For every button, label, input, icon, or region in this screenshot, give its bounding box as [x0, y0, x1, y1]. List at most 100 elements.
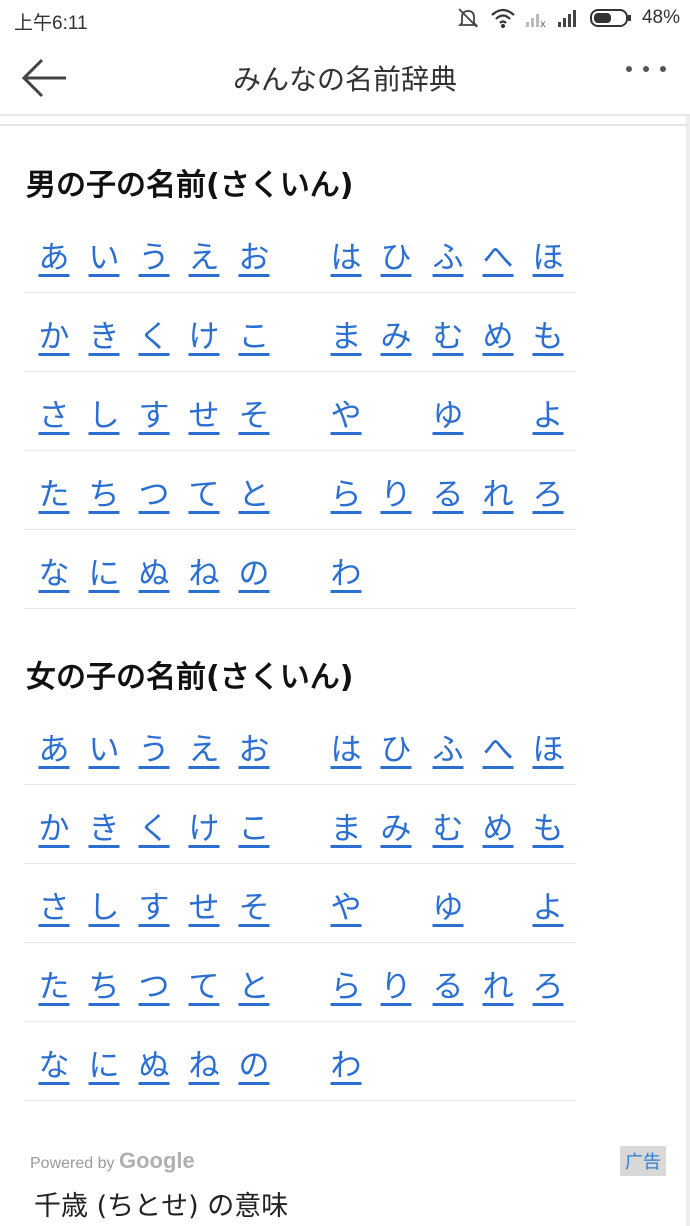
kana-link[interactable]: ほ — [528, 232, 568, 277]
kana-link[interactable]: み — [376, 803, 416, 848]
kana-link[interactable]: ね — [184, 1040, 224, 1085]
kana-link[interactable]: き — [84, 311, 124, 356]
kana-link[interactable]: に — [84, 548, 124, 593]
kana-link[interactable]: る — [428, 961, 468, 1006]
svg-text:x: x — [540, 19, 546, 28]
kana-link[interactable]: お — [234, 232, 274, 277]
kana-link[interactable]: や — [326, 390, 366, 435]
kana-link[interactable]: こ — [234, 311, 274, 356]
kana-link[interactable]: も — [528, 803, 568, 848]
kana-link[interactable]: わ — [326, 548, 366, 593]
kana-link[interactable]: り — [376, 469, 416, 514]
battery-icon — [589, 8, 632, 28]
kana-link[interactable]: か — [34, 311, 74, 356]
kana-link[interactable]: ね — [184, 548, 224, 593]
kana-link[interactable]: い — [84, 232, 124, 277]
kana-link[interactable]: け — [184, 311, 224, 356]
kana-link[interactable]: ち — [84, 469, 124, 514]
kana-link[interactable]: み — [376, 311, 416, 356]
kana-link[interactable]: ゆ — [428, 390, 468, 435]
kana-link[interactable]: お — [234, 724, 274, 769]
kana-link[interactable]: く — [134, 311, 174, 356]
kana-link[interactable]: へ — [478, 724, 518, 769]
kana-link[interactable]: ら — [326, 469, 366, 514]
kana-link[interactable]: さ — [34, 882, 74, 927]
kana-link[interactable]: は — [326, 232, 366, 277]
kana-link[interactable]: へ — [478, 232, 518, 277]
kana-link[interactable]: き — [84, 803, 124, 848]
frame-top-border — [0, 124, 688, 130]
kana-link[interactable]: え — [184, 232, 224, 277]
kana-link[interactable]: れ — [478, 469, 518, 514]
kana-link[interactable]: に — [84, 1040, 124, 1085]
kana-link[interactable]: た — [34, 469, 74, 514]
kana-link[interactable]: て — [184, 961, 224, 1006]
kana-link[interactable]: め — [478, 803, 518, 848]
kana-link[interactable]: ま — [326, 803, 366, 848]
kana-link[interactable]: ま — [326, 311, 366, 356]
kana-link[interactable]: と — [234, 961, 274, 1006]
kana-link[interactable]: ふ — [428, 232, 468, 277]
kana-link[interactable]: よ — [528, 882, 568, 927]
kana-link[interactable]: ら — [326, 961, 366, 1006]
kana-link[interactable]: め — [478, 311, 518, 356]
kana-link[interactable]: た — [34, 961, 74, 1006]
kana-link[interactable]: の — [234, 1040, 274, 1085]
kana-link[interactable]: わ — [326, 1040, 366, 1085]
kana-link[interactable]: あ — [34, 724, 74, 769]
kana-link[interactable]: の — [234, 548, 274, 593]
ad-footer[interactable]: Powered by Google 广告 千歳 (ちとせ) の意味 — [0, 1136, 686, 1226]
kana-link[interactable]: ろ — [528, 961, 568, 1006]
kana-link[interactable]: る — [428, 469, 468, 514]
kana-link[interactable]: せ — [184, 390, 224, 435]
kana-link[interactable]: す — [134, 882, 174, 927]
kana-link[interactable]: ふ — [428, 724, 468, 769]
kana-link[interactable]: ゆ — [428, 882, 468, 927]
kana-link[interactable]: し — [84, 390, 124, 435]
kana-link[interactable]: ぬ — [134, 548, 174, 593]
kana-link[interactable]: し — [84, 882, 124, 927]
kana-link[interactable]: は — [326, 724, 366, 769]
kana-link[interactable]: う — [134, 232, 174, 277]
kana-row: かきくけこ まみむめも — [24, 785, 576, 864]
kana-link[interactable]: て — [184, 469, 224, 514]
ad-link-text[interactable]: 千歳 (ちとせ) の意味 — [34, 1184, 288, 1223]
kana-link[interactable]: な — [34, 1040, 74, 1085]
kana-link[interactable]: れ — [478, 961, 518, 1006]
kana-link[interactable]: そ — [234, 882, 274, 927]
kana-link[interactable]: う — [134, 724, 174, 769]
kana-link[interactable]: く — [134, 803, 174, 848]
navigation-bar: みんなの名前辞典 — [0, 38, 690, 116]
kana-link[interactable]: ひ — [376, 232, 416, 277]
kana-link[interactable]: ろ — [528, 469, 568, 514]
kana-link[interactable]: つ — [134, 469, 174, 514]
kana-link[interactable]: り — [376, 961, 416, 1006]
kana-link[interactable]: こ — [234, 803, 274, 848]
signal-icon — [557, 8, 580, 28]
kana-link[interactable]: ぬ — [134, 1040, 174, 1085]
kana-link[interactable]: ひ — [376, 724, 416, 769]
more-button[interactable] — [624, 60, 668, 80]
kana-index-boys: あいうえお はひふへほかきくけこ まみむめもさしすせそ や ゆ よたちつてと らりるれろなに… — [24, 214, 576, 609]
kana-row: なにぬねの わ — [24, 530, 576, 609]
kana-row: かきくけこ まみむめも — [24, 293, 576, 372]
kana-link[interactable]: そ — [234, 390, 274, 435]
kana-link[interactable]: む — [428, 803, 468, 848]
kana-link[interactable]: け — [184, 803, 224, 848]
kana-link[interactable]: い — [84, 724, 124, 769]
kana-link[interactable]: か — [34, 803, 74, 848]
kana-link[interactable]: も — [528, 311, 568, 356]
kana-link[interactable]: ち — [84, 961, 124, 1006]
kana-link[interactable]: な — [34, 548, 74, 593]
kana-link[interactable]: つ — [134, 961, 174, 1006]
kana-link[interactable]: さ — [34, 390, 74, 435]
kana-link[interactable]: あ — [34, 232, 74, 277]
kana-link[interactable]: せ — [184, 882, 224, 927]
kana-link[interactable]: と — [234, 469, 274, 514]
kana-link[interactable]: よ — [528, 390, 568, 435]
kana-link[interactable]: や — [326, 882, 366, 927]
kana-link[interactable]: す — [134, 390, 174, 435]
kana-link[interactable]: ほ — [528, 724, 568, 769]
kana-link[interactable]: え — [184, 724, 224, 769]
kana-link[interactable]: む — [428, 311, 468, 356]
